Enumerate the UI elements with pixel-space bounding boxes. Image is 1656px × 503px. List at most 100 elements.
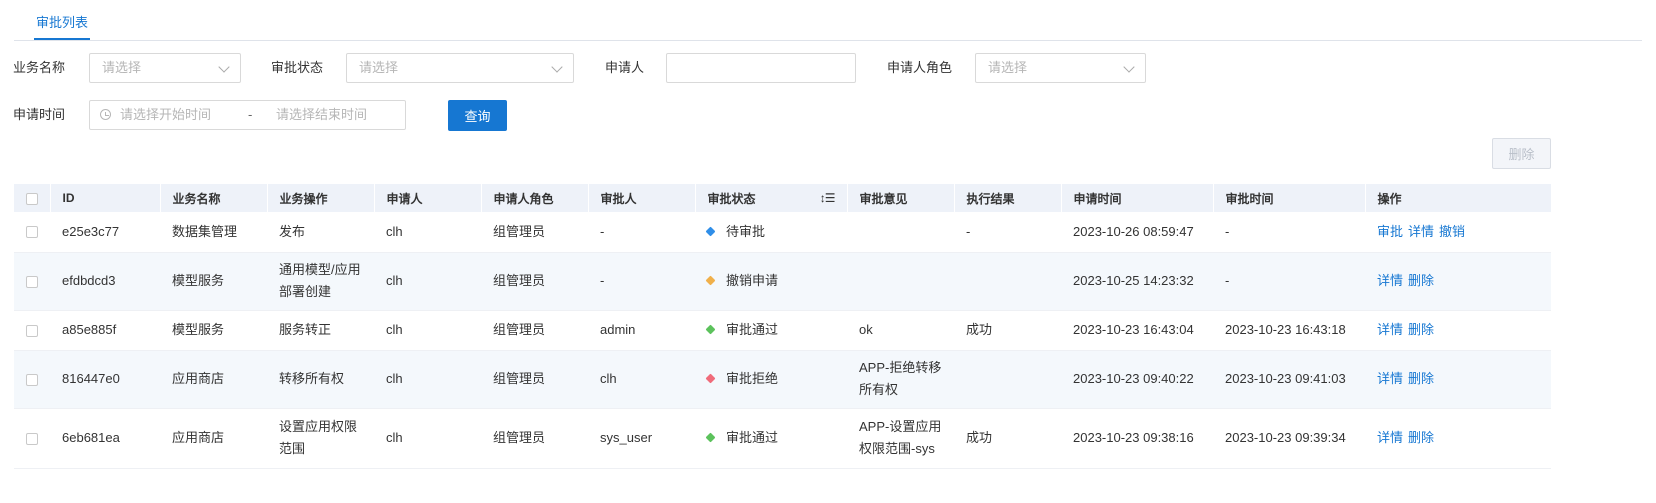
clock-icon xyxy=(100,109,111,120)
row-action-link[interactable]: 撤销 xyxy=(1439,224,1465,239)
row-approver: admin xyxy=(588,310,695,351)
start-time-placeholder[interactable]: 请选择开始时间 xyxy=(120,101,211,129)
query-button[interactable]: 查询 xyxy=(448,100,507,131)
row-applicant-role: 组管理员 xyxy=(481,350,588,409)
applicant-input[interactable] xyxy=(666,53,856,83)
row-action-link[interactable]: 详情 xyxy=(1408,224,1434,239)
row-status: 撤销申请 xyxy=(695,252,847,311)
row-checkbox[interactable] xyxy=(26,226,38,239)
applicant-label: 申请人 xyxy=(605,60,645,75)
row-operation: 转移所有权 xyxy=(267,350,374,409)
delete-button[interactable]: 删除 xyxy=(1492,138,1551,169)
approval-table: ID 业务名称 业务操作 申请人 申请人角色 审批人 审批状态 ↕☰ 审批意见 … xyxy=(14,184,1552,469)
row-approver: - xyxy=(588,252,695,311)
row-apply-time: 2023-10-23 16:43:04 xyxy=(1061,310,1213,351)
row-status-text: 撤销申请 xyxy=(726,273,779,288)
row-action-link[interactable]: 详情 xyxy=(1377,273,1403,288)
row-approver: clh xyxy=(588,350,695,409)
row-checkbox[interactable] xyxy=(26,275,38,288)
applicant-role-placeholder: 请选择 xyxy=(988,60,1028,75)
applicant-role-label: 申请人角色 xyxy=(887,60,953,75)
row-actions: 详情 删除 xyxy=(1365,310,1551,351)
col-status-label: 审批状态 xyxy=(707,191,756,206)
date-range-separator: - xyxy=(248,107,253,122)
status-dot-icon xyxy=(705,324,716,335)
row-approve-time: - xyxy=(1213,212,1365,253)
row-result: - xyxy=(954,212,1061,253)
row-approve-time: 2023-10-23 09:41:03 xyxy=(1213,350,1365,409)
status-placeholder: 请选择 xyxy=(359,60,399,75)
table-row: efdbdcd3 模型服务 通用模型/应用部署创建 clh 组管理员 - 撤销申请 2023-… xyxy=(14,252,1551,311)
row-applicant-role: 组管理员 xyxy=(481,310,588,351)
status-dot-icon xyxy=(705,432,716,443)
row-id: efdbdcd3 xyxy=(50,252,160,311)
row-business-name: 模型服务 xyxy=(160,310,267,351)
table-row: 6eb681ea 应用商店 设置应用权限范围 clh 组管理员 sys_user 审批通过 A… xyxy=(14,408,1551,469)
row-operation: 设置应用权限范围 xyxy=(267,408,374,469)
row-apply-time: 2023-10-23 09:40:22 xyxy=(1061,350,1213,409)
date-range-picker[interactable]: 请选择开始时间 - 请选择结束时间 xyxy=(89,100,406,130)
row-select-cell xyxy=(14,310,50,351)
row-status-text: 审批通过 xyxy=(726,430,779,445)
row-opinion: APP-拒绝转移所有权 xyxy=(847,350,954,409)
row-id: a85e885f xyxy=(50,310,160,351)
row-action-link[interactable]: 详情 xyxy=(1377,322,1403,337)
row-actions: 详情 删除 xyxy=(1365,252,1551,311)
row-select-cell xyxy=(14,212,50,253)
row-apply-time: 2023-10-25 14:23:32 xyxy=(1061,252,1213,311)
table-row: 816447e0 应用商店 转移所有权 clh 组管理员 clh 审批拒绝 APP-拒绝转移所… xyxy=(14,350,1551,409)
row-operation: 发布 xyxy=(267,212,374,253)
status-select[interactable]: 请选择 xyxy=(346,53,574,83)
row-applicant: clh xyxy=(374,310,481,351)
row-id: e25e3c77 xyxy=(50,212,160,253)
row-action-link[interactable]: 删除 xyxy=(1408,273,1434,288)
row-result: 成功 xyxy=(954,310,1061,351)
row-approve-time: 2023-10-23 09:39:34 xyxy=(1213,408,1365,469)
row-status: 审批拒绝 xyxy=(695,350,847,409)
business-name-select[interactable]: 请选择 xyxy=(89,53,241,83)
row-applicant: clh xyxy=(374,212,481,253)
row-applicant: clh xyxy=(374,252,481,311)
row-action-link[interactable]: 详情 xyxy=(1377,430,1403,445)
row-result xyxy=(954,252,1061,311)
table-header-row: ID 业务名称 业务操作 申请人 申请人角色 审批人 审批状态 ↕☰ 审批意见 … xyxy=(14,184,1552,212)
row-status-text: 审批通过 xyxy=(726,322,779,337)
select-all-checkbox[interactable] xyxy=(26,192,38,205)
status-dot-icon xyxy=(705,226,716,237)
row-business-name: 应用商店 xyxy=(160,350,267,409)
tab-approval-list[interactable]: 审批列表 xyxy=(34,12,91,40)
row-opinion xyxy=(847,212,954,253)
row-approve-time: - xyxy=(1213,252,1365,311)
row-approver: sys_user xyxy=(588,408,695,469)
row-apply-time: 2023-10-23 09:38:16 xyxy=(1061,408,1213,469)
row-apply-time: 2023-10-26 08:59:47 xyxy=(1061,212,1213,253)
sort-icon[interactable]: ↕☰ xyxy=(820,191,836,205)
row-select-cell xyxy=(14,350,50,409)
row-business-name: 数据集管理 xyxy=(160,212,267,253)
row-action-link[interactable]: 删除 xyxy=(1408,430,1434,445)
table-row: e25e3c77 数据集管理 发布 clh 组管理员 - 待审批 -2023-10-26 08… xyxy=(14,212,1551,253)
col-opinion: 审批意见 xyxy=(847,184,955,212)
row-action-link[interactable]: 删除 xyxy=(1408,322,1434,337)
row-status-text: 待审批 xyxy=(726,223,766,239)
col-business-name: 业务名称 xyxy=(160,184,268,212)
col-apply-time: 申请时间 xyxy=(1061,184,1214,212)
col-status[interactable]: 审批状态 ↕☰ xyxy=(695,184,848,212)
row-applicant: clh xyxy=(374,350,481,409)
end-time-placeholder[interactable]: 请选择结束时间 xyxy=(276,101,367,129)
row-opinion: ok xyxy=(847,310,954,351)
row-approver: - xyxy=(588,212,695,253)
row-action-link[interactable]: 详情 xyxy=(1377,371,1403,386)
row-actions: 审批 详情 撤销 xyxy=(1365,212,1551,253)
row-checkbox[interactable] xyxy=(26,324,38,337)
row-actions: 详情 删除 xyxy=(1365,408,1551,469)
row-action-link[interactable]: 审批 xyxy=(1377,224,1403,239)
row-action-link[interactable]: 删除 xyxy=(1408,371,1434,386)
row-result xyxy=(954,350,1061,409)
applicant-role-select[interactable]: 请选择 xyxy=(975,53,1146,83)
row-checkbox[interactable] xyxy=(26,373,38,386)
row-select-cell xyxy=(14,408,50,469)
chevron-down-icon xyxy=(1123,61,1135,73)
row-operation: 通用模型/应用部署创建 xyxy=(267,252,374,311)
row-checkbox[interactable] xyxy=(26,432,38,445)
